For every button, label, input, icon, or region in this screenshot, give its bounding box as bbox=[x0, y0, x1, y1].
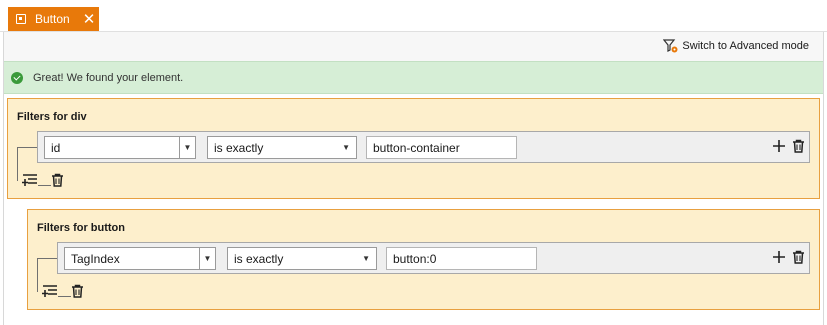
chevron-down-icon: ▼ bbox=[342, 143, 350, 152]
plus-icon[interactable] bbox=[772, 139, 786, 153]
chevron-down-icon: ▼ bbox=[199, 248, 215, 269]
selector-panel: Switch to Advanced mode Great! We found … bbox=[3, 32, 824, 325]
trash-icon[interactable] bbox=[51, 173, 64, 187]
attribute-select[interactable]: TagIndex ▼ bbox=[64, 247, 216, 270]
attribute-select[interactable]: id ▼ bbox=[44, 136, 196, 159]
tab-button[interactable]: Button ✕ bbox=[8, 7, 99, 31]
chevron-down-icon: ▼ bbox=[179, 137, 195, 158]
tab-label: Button bbox=[35, 12, 70, 26]
selector-tab-icon bbox=[16, 14, 26, 24]
toolbar: Switch to Advanced mode bbox=[4, 32, 823, 61]
filter-group-button: Filters for button TagIndex ▼ is exactly… bbox=[27, 209, 820, 310]
filter-group-div: Filters for div id ▼ is exactly ▼ bbox=[7, 98, 820, 199]
operator-select[interactable]: is exactly ▼ bbox=[227, 247, 377, 270]
row-actions bbox=[772, 139, 805, 153]
chevron-down-icon: ▼ bbox=[362, 254, 370, 263]
attribute-value: TagIndex bbox=[71, 251, 120, 266]
filter-group-title: Filters for button bbox=[37, 222, 125, 234]
success-message: Great! We found your element. bbox=[33, 71, 184, 84]
advanced-mode-label: Switch to Advanced mode bbox=[682, 40, 809, 52]
connector-line bbox=[38, 185, 51, 186]
trash-icon[interactable] bbox=[792, 139, 805, 153]
add-rule-icon[interactable] bbox=[22, 173, 39, 187]
check-circle-icon bbox=[11, 71, 23, 84]
connector-line bbox=[58, 296, 71, 297]
value-input[interactable] bbox=[386, 247, 537, 270]
trash-icon[interactable] bbox=[71, 284, 84, 298]
attribute-value: id bbox=[51, 140, 61, 155]
add-rule-icon[interactable] bbox=[42, 284, 59, 298]
trash-icon[interactable] bbox=[792, 250, 805, 264]
plus-icon[interactable] bbox=[772, 250, 786, 264]
value-input[interactable] bbox=[366, 136, 517, 159]
operator-select[interactable]: is exactly ▼ bbox=[207, 136, 357, 159]
operator-value: is exactly bbox=[234, 251, 284, 266]
operator-value: is exactly bbox=[214, 140, 264, 155]
switch-advanced-mode-button[interactable]: Switch to Advanced mode bbox=[663, 39, 809, 53]
filter-rule-row: TagIndex ▼ is exactly ▼ bbox=[57, 242, 810, 274]
group-actions bbox=[42, 284, 84, 298]
success-banner: Great! We found your element. bbox=[4, 61, 823, 94]
tab-bar: Button ✕ bbox=[0, 0, 827, 32]
filter-settings-icon bbox=[663, 39, 678, 53]
group-actions bbox=[22, 173, 64, 187]
row-actions bbox=[772, 250, 805, 264]
close-icon[interactable]: ✕ bbox=[83, 12, 96, 27]
filter-rule-row: id ▼ is exactly ▼ bbox=[37, 131, 810, 163]
filter-group-title: Filters for div bbox=[17, 111, 87, 123]
